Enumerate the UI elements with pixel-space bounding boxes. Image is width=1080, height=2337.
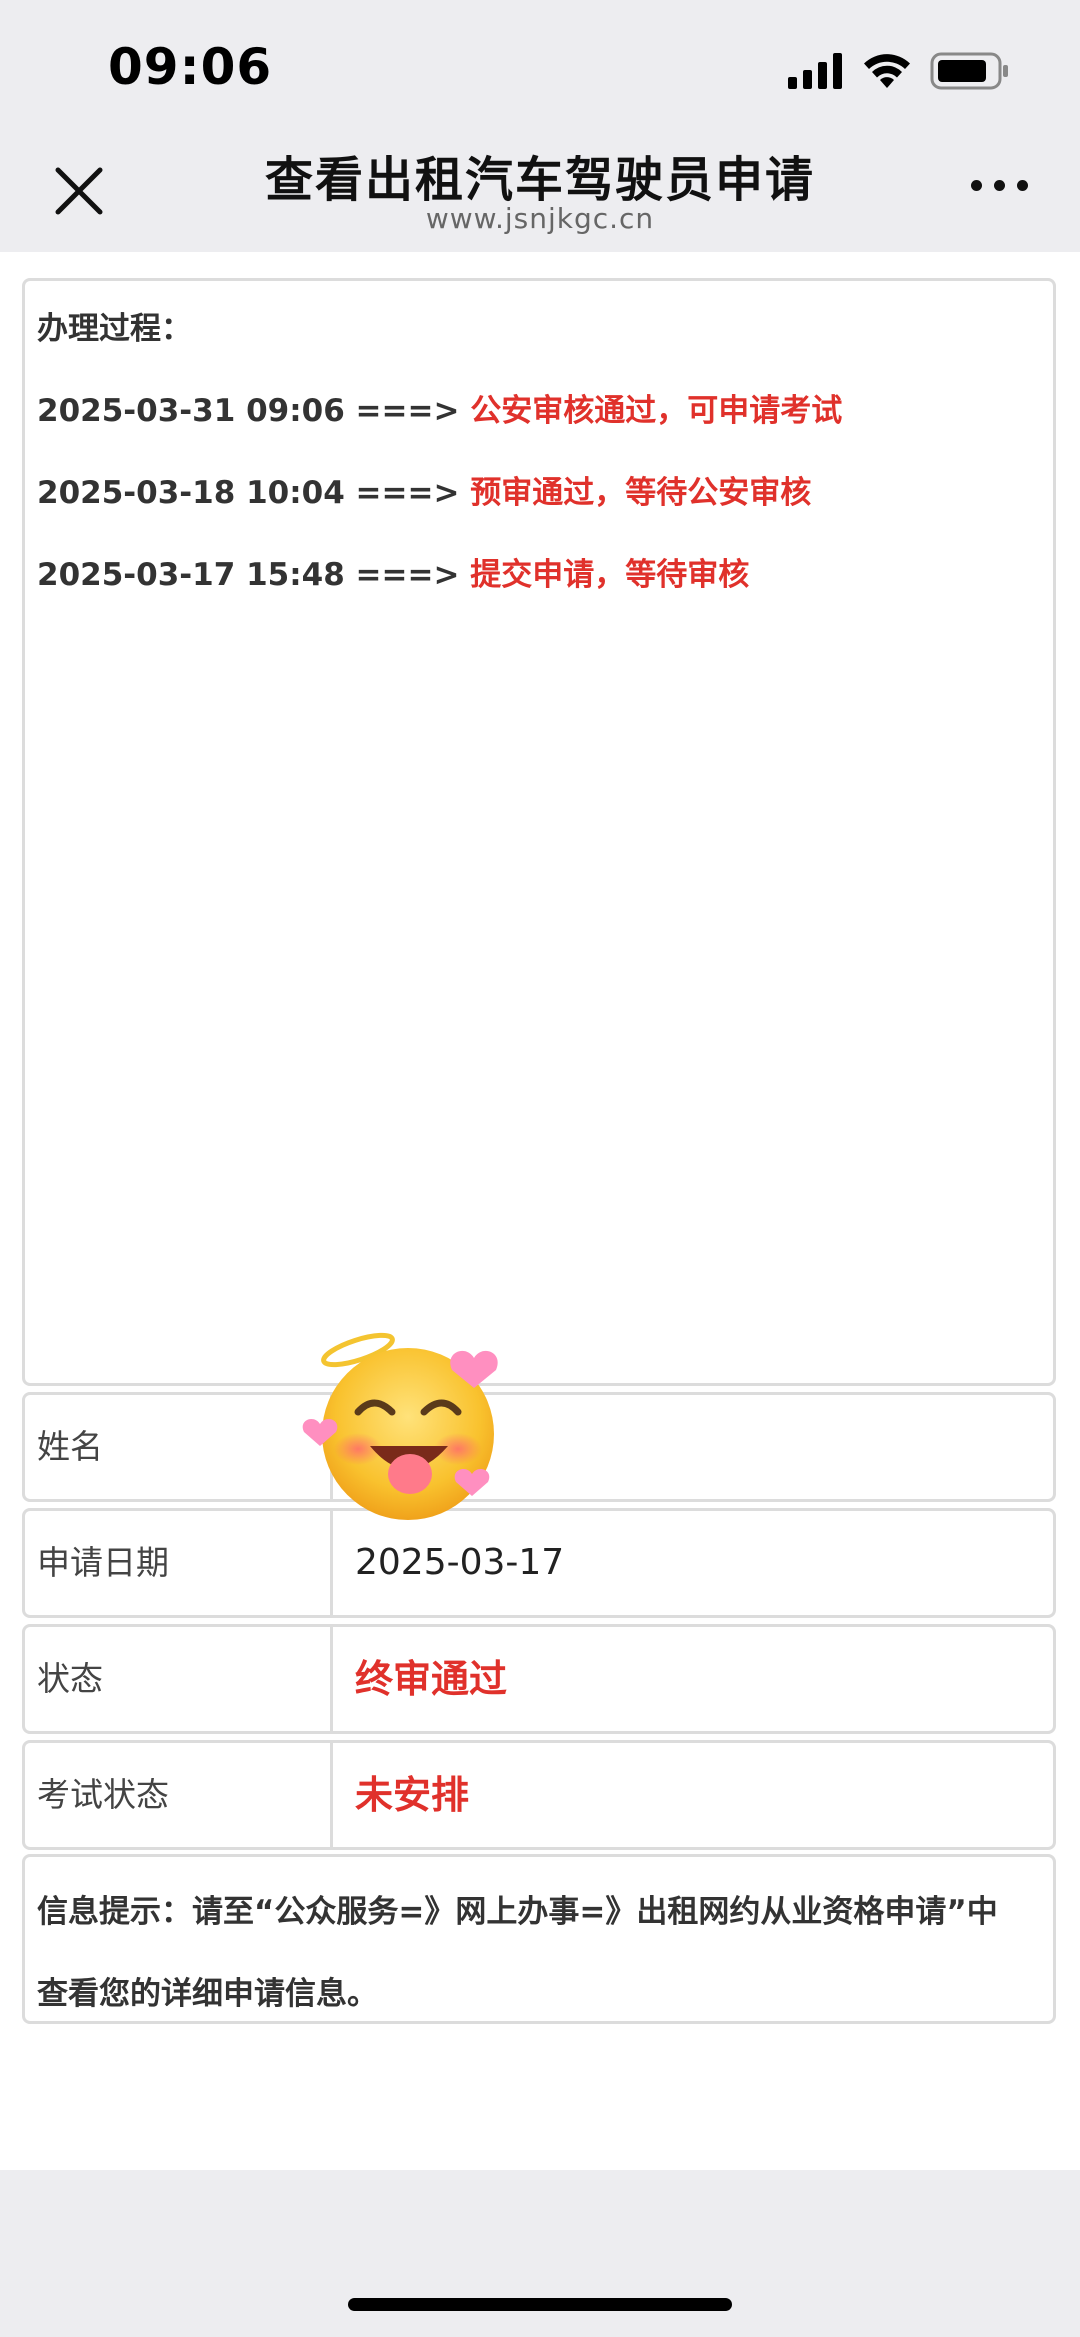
- more-icon[interactable]: [971, 180, 1028, 191]
- process-message: 提交申请，等待审核: [470, 557, 750, 593]
- exam-status-badge: 未安排: [355, 1773, 470, 1817]
- signal-icon: [788, 53, 842, 89]
- process-timestamp: 2025-03-18 10:04 ===>: [37, 475, 460, 511]
- wifi-icon: [864, 54, 910, 88]
- field-row-name: 姓名: [22, 1392, 1056, 1502]
- field-row-apply-date: 申请日期 2025-03-17: [22, 1508, 1056, 1618]
- notice-line: 信息提示：请至“公众服务=》网上办事=》出租网约从业资格申请”中: [37, 1894, 998, 1930]
- process-message: 预审通过，等待公安审核: [470, 475, 812, 511]
- more-dot: [994, 180, 1005, 191]
- field-row-status: 状态 终审通过: [22, 1624, 1056, 1734]
- process-panel: 办理过程： 2025-03-31 09:06 ===> 公安审核通过，可申请考试…: [22, 278, 1056, 1386]
- status-bar: 09:06: [0, 0, 1080, 130]
- notice-line: 查看您的详细申请信息。: [37, 1976, 378, 2012]
- smiling-face-sticker-icon: [302, 1332, 498, 1520]
- home-indicator[interactable]: [348, 2298, 732, 2311]
- status-icons: [788, 48, 1010, 94]
- field-label: 申请日期: [37, 1543, 169, 1582]
- process-entry: 2025-03-31 09:06 ===> 公安审核通过，可申请考试: [37, 385, 842, 430]
- field-value: 2025-03-17: [355, 1542, 565, 1583]
- process-title: 办理过程：: [37, 311, 192, 347]
- row-divider: [330, 1627, 333, 1731]
- field-label: 姓名: [37, 1427, 103, 1466]
- process-entry: 2025-03-17 15:48 ===> 提交申请，等待审核: [37, 549, 749, 594]
- page-url: www.jsnjkgc.cn: [425, 202, 655, 235]
- process-entry: 2025-03-18 10:04 ===> 预审通过，等待公安审核: [37, 467, 811, 512]
- status-badge: 终审通过: [355, 1657, 508, 1701]
- notice-text: 信息提示：请至“公众服务=》网上办事=》出租网约从业资格申请”中 查看您的详细申…: [37, 1871, 1037, 2035]
- field-label: 考试状态: [37, 1775, 169, 1814]
- process-timestamp: 2025-03-17 15:48 ===>: [37, 557, 460, 593]
- process-message: 公安审核通过，可申请考试: [470, 393, 843, 429]
- page-title: 查看出租汽车驾驶员申请: [264, 152, 815, 208]
- notice-panel: 信息提示：请至“公众服务=》网上办事=》出租网约从业资格申请”中 查看您的详细申…: [22, 1854, 1056, 2024]
- nav-bar: 查看出租汽车驾驶员申请 www.jsnjkgc.cn: [0, 130, 1080, 252]
- field-label: 状态: [37, 1659, 103, 1698]
- page-content: 办理过程： 2025-03-31 09:06 ===> 公安审核通过，可申请考试…: [0, 252, 1080, 2170]
- battery-icon: [930, 52, 1008, 90]
- more-dot: [1017, 180, 1028, 191]
- field-row-exam-status: 考试状态 未安排: [22, 1740, 1056, 1850]
- row-divider: [330, 1743, 333, 1847]
- process-timestamp: 2025-03-31 09:06 ===>: [37, 393, 460, 429]
- more-dot: [971, 180, 982, 191]
- status-time: 09:06: [108, 38, 273, 96]
- row-divider: [330, 1511, 333, 1615]
